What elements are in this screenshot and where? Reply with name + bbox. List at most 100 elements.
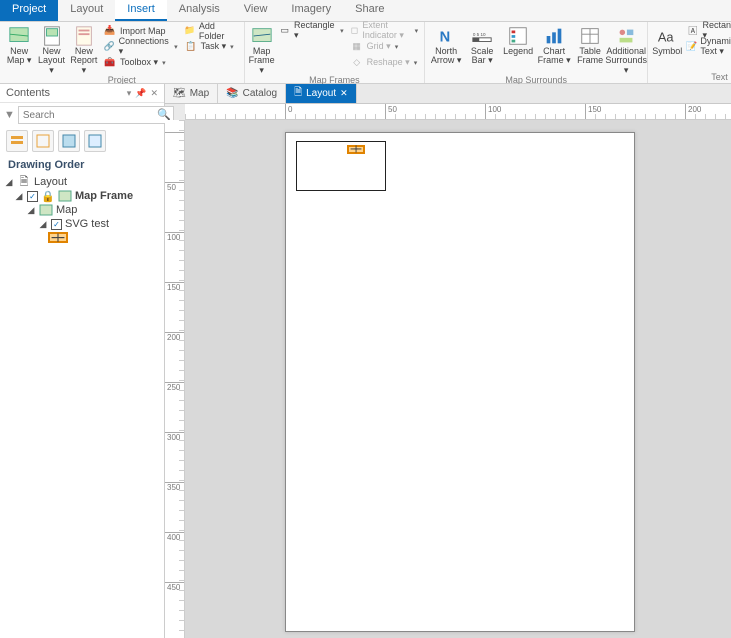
doc-tabs: 🗺Map 📚Catalog 🗎Layout✕: [165, 84, 731, 104]
map-frame-icon: [251, 25, 273, 47]
main: Contents ▾ 📌 ✕ ▼ 🔍 Drawing Order ◢ 🗎: [0, 84, 731, 638]
mapframe-node-icon: 🔒: [41, 190, 55, 202]
ribbon: NewMap ▾ NewLayout ▾ NewReport ▾ 📥Import…: [0, 22, 731, 84]
ribbon-group-text: Aa Symbol 🄰Rectangle ▾ 📝Dynamic Text ▾ .…: [648, 22, 731, 83]
grid-icon: ▦: [350, 40, 364, 54]
ribbon-tab-share[interactable]: Share: [343, 0, 396, 21]
import-icon: 📥: [103, 24, 117, 38]
tree-map-frame[interactable]: ◢ ✓ 🔒 Map Frame: [4, 189, 160, 203]
north-arrow-icon: N: [435, 25, 457, 47]
dynamic-text-icon: 📝: [686, 40, 697, 54]
visibility-checkbox[interactable]: ✓: [27, 191, 38, 202]
ribbon-tab-analysis[interactable]: Analysis: [167, 0, 232, 21]
doc-tab-layout[interactable]: 🗎Layout✕: [286, 84, 357, 103]
svg-text:Aa: Aa: [658, 30, 675, 45]
doc-tab-map[interactable]: 🗺Map: [165, 84, 218, 103]
list-by-source-button[interactable]: [32, 130, 54, 152]
tree-map[interactable]: ◢ Map: [4, 203, 160, 217]
legend-button[interactable]: Legend: [501, 23, 535, 56]
ribbon-group-mapsurrounds: N NorthArrow ▾ 0 5 10 ScaleBar ▾ Legend …: [425, 22, 648, 83]
document-area: 🗺Map 📚Catalog 🗎Layout✕ 050100150200 5010…: [165, 84, 731, 638]
connections-button[interactable]: 🔗Connections ▾: [101, 39, 180, 54]
close-icon[interactable]: ✕: [150, 88, 158, 99]
tree-layer-symbol[interactable]: ━╋━: [4, 231, 160, 244]
tree-layer-svgtest[interactable]: ◢ ✓ SVG test: [4, 217, 160, 231]
toolbox-icon: 🧰: [103, 56, 117, 70]
legend-icon: [507, 25, 529, 47]
ribbon-group-mapframes: MapFrame ▾ ▭Rectangle ▾ . . ◻Extent Indi…: [245, 22, 426, 83]
list-by-selection-button[interactable]: [58, 130, 80, 152]
ribbon-tab-insert[interactable]: Insert: [115, 0, 167, 21]
ribbon-tab-layout[interactable]: Layout: [58, 0, 115, 21]
dropdown-icon[interactable]: ▾: [127, 88, 132, 99]
map-tab-icon: 🗺: [173, 88, 186, 99]
search-input[interactable]: [18, 106, 174, 124]
scale-bar-icon: 0 5 10: [471, 25, 493, 47]
chart-icon: [543, 25, 565, 47]
expand-icon[interactable]: ◢: [14, 191, 24, 202]
chart-frame-button[interactable]: ChartFrame ▾: [537, 23, 571, 66]
layout-icon: [41, 25, 63, 47]
catalog-tab-icon: 📚: [226, 88, 238, 99]
report-icon: [73, 25, 95, 47]
extent-indicator-button[interactable]: ◻Extent Indicator ▾: [348, 23, 421, 38]
scale-bar-button[interactable]: 0 5 10 ScaleBar ▾: [465, 23, 499, 66]
ribbon-tab-imagery[interactable]: Imagery: [279, 0, 343, 21]
contents-pane: Contents ▾ 📌 ✕ ▼ 🔍 Drawing Order ◢ 🗎: [0, 84, 165, 638]
tree-root-layout[interactable]: ◢ 🗎 Layout: [4, 175, 160, 189]
symbol-aa-icon: Aa: [656, 25, 678, 47]
reshape-button[interactable]: ◇Reshape ▾: [348, 55, 421, 70]
pin-icon[interactable]: 📌: [135, 88, 146, 99]
rectangle-button[interactable]: ▭Rectangle ▾: [277, 23, 346, 38]
task-icon: 📋: [184, 40, 198, 54]
north-arrow-button[interactable]: N NorthArrow ▾: [429, 23, 463, 66]
add-folder-button[interactable]: 📁Add Folder: [182, 23, 240, 38]
contents-toolbar: [0, 127, 164, 155]
toolbox-button[interactable]: 🧰Toolbox ▾: [101, 55, 180, 70]
contents-header: Contents ▾ 📌 ✕: [0, 84, 164, 103]
ruler-vertical[interactable]: 50100150200250300350400450: [165, 120, 185, 638]
layout-canvas[interactable]: ━╋━: [185, 120, 731, 638]
connections-icon: 🔗: [103, 40, 116, 54]
dynamic-text-button[interactable]: 📝Dynamic Text ▾: [684, 39, 731, 54]
layer-symbol-swatch[interactable]: ━╋━: [48, 232, 68, 243]
additional-icon: [615, 25, 637, 47]
doc-tab-catalog[interactable]: 📚Catalog: [218, 84, 286, 103]
task-button[interactable]: 📋Task ▾: [182, 39, 240, 54]
expand-icon[interactable]: ◢: [38, 219, 48, 230]
svg-text:0 5 10: 0 5 10: [473, 32, 486, 37]
svg-text:N: N: [440, 30, 451, 46]
contents-title: Contents: [6, 87, 50, 99]
expand-icon[interactable]: ◢: [26, 205, 36, 216]
ribbon-tab-view[interactable]: View: [232, 0, 280, 21]
map-node-icon: [39, 204, 53, 216]
grid-button[interactable]: ▦Grid ▾: [348, 39, 421, 54]
map-frame-button[interactable]: MapFrame ▾: [249, 23, 275, 75]
new-map-button[interactable]: NewMap ▾: [4, 23, 34, 66]
close-icon[interactable]: ✕: [340, 88, 348, 99]
extent-icon: ◻: [350, 24, 360, 38]
ribbon-group-project: NewMap ▾ NewLayout ▾ NewReport ▾ 📥Import…: [0, 22, 245, 83]
group-label-text: Text: [652, 72, 731, 83]
new-layout-button[interactable]: NewLayout ▾: [36, 23, 66, 75]
list-by-drawing-order-button[interactable]: [6, 130, 28, 152]
map-icon: [8, 25, 30, 47]
ribbon-tab-project[interactable]: Project: [0, 0, 58, 21]
filter-icon[interactable]: ▼: [4, 106, 15, 124]
layout-page[interactable]: ━╋━: [285, 132, 635, 632]
new-report-button[interactable]: NewReport ▾: [69, 23, 99, 75]
ruler-horizontal[interactable]: 050100150200: [185, 104, 731, 120]
visibility-checkbox[interactable]: ✓: [51, 219, 62, 230]
folder-add-icon: 📁: [184, 24, 196, 38]
map-frame-element[interactable]: ━╋━: [296, 141, 386, 191]
table-frame-button[interactable]: TableFrame: [573, 23, 607, 66]
layout-node-icon: 🗎: [17, 176, 31, 188]
additional-surrounds-button[interactable]: AdditionalSurrounds ▾: [609, 23, 643, 75]
svg-point-symbol[interactable]: ━╋━: [347, 145, 365, 154]
layout-tab-icon: 🗎: [294, 85, 302, 102]
expand-icon[interactable]: ◢: [4, 177, 14, 188]
table-icon: [579, 25, 601, 47]
list-by-element-button[interactable]: [84, 130, 106, 152]
layer-tree: ◢ 🗎 Layout ◢ ✓ 🔒 Map Frame ◢ Map ◢ ✓ SVG…: [0, 175, 164, 248]
symbol-button[interactable]: Aa Symbol: [652, 23, 682, 56]
